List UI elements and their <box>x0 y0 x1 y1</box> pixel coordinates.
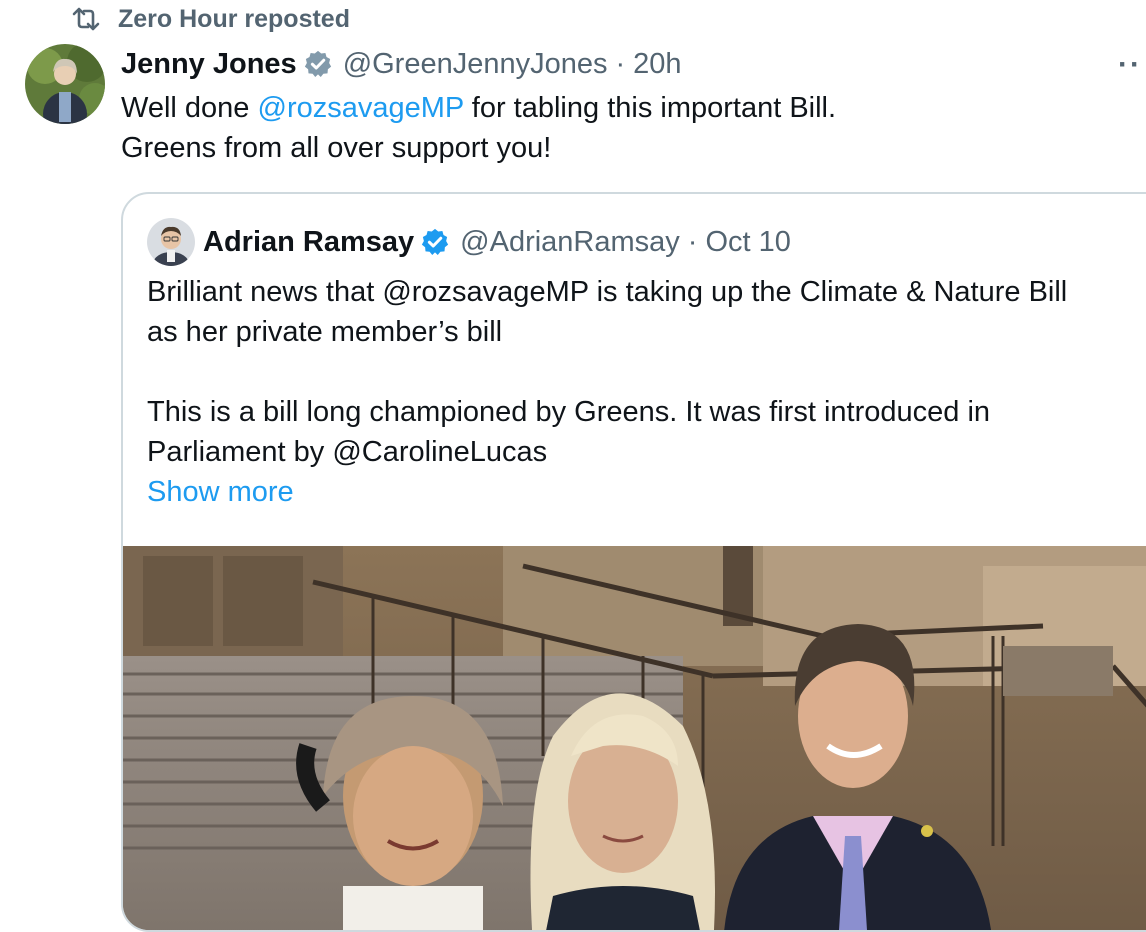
tweet-header: Jenny Jones @GreenJennyJones · 20h <box>121 44 682 84</box>
repost-icon <box>70 4 104 34</box>
quote-text-line-1: Brilliant news that @rozsavageMP is taki… <box>147 276 1068 308</box>
show-more-link[interactable]: Show more <box>147 472 1146 512</box>
tweet-text-suffix: for tabling this important Bill. <box>463 92 837 124</box>
quote-text-gap <box>147 352 1146 392</box>
quote-photo[interactable] <box>123 546 1146 930</box>
quote-text-line-3: This is a bill long championed by Greens… <box>147 396 991 428</box>
repost-label[interactable]: Zero Hour reposted <box>118 5 350 34</box>
verified-badge-icon[interactable] <box>303 49 333 79</box>
quote-author-avatar-image <box>147 218 195 266</box>
quote-author-avatar[interactable] <box>147 218 195 266</box>
quote-photo-image <box>123 546 1146 930</box>
author-avatar-image <box>25 44 105 124</box>
quote-header: Adrian Ramsay @AdrianRamsay · Oct 10 <box>203 222 791 262</box>
quote-verified-badge-icon[interactable] <box>420 227 450 257</box>
tweet-text: Well done @rozsavageMP for tabling this … <box>121 88 1121 168</box>
quote-author-handle[interactable]: @AdrianRamsay <box>460 226 680 259</box>
quote-text-line-4: Parliament by @CarolineLucas <box>147 436 548 468</box>
more-options-icon[interactable]: ·· <box>1118 48 1142 82</box>
author-name[interactable]: Jenny Jones <box>121 48 297 81</box>
quote-separator-dot: · <box>687 225 698 258</box>
repost-indicator[interactable]: Zero Hour reposted <box>70 4 350 34</box>
tweet-text-line-1: Well done @rozsavageMP for tabling this … <box>121 88 1121 128</box>
separator-dot: · <box>615 47 626 80</box>
author-handle[interactable]: @GreenJennyJones <box>343 48 608 81</box>
quote-date[interactable]: Oct 10 <box>705 226 790 259</box>
quoted-tweet-card[interactable]: Adrian Ramsay @AdrianRamsay · Oct 10 Bri… <box>121 192 1146 932</box>
tweet-text-line-2: Greens from all over support you! <box>121 132 552 164</box>
tweet-text-prefix: Well done <box>121 92 258 124</box>
author-avatar[interactable] <box>25 44 105 124</box>
quote-author-name[interactable]: Adrian Ramsay <box>203 226 414 259</box>
quote-text-line-2: as her private member’s bill <box>147 316 503 348</box>
quote-text: Brilliant news that @rozsavageMP is taki… <box>147 272 1146 512</box>
tweet-timestamp[interactable]: 20h <box>633 48 681 81</box>
mention-link[interactable]: @rozsavageMP <box>258 92 464 124</box>
